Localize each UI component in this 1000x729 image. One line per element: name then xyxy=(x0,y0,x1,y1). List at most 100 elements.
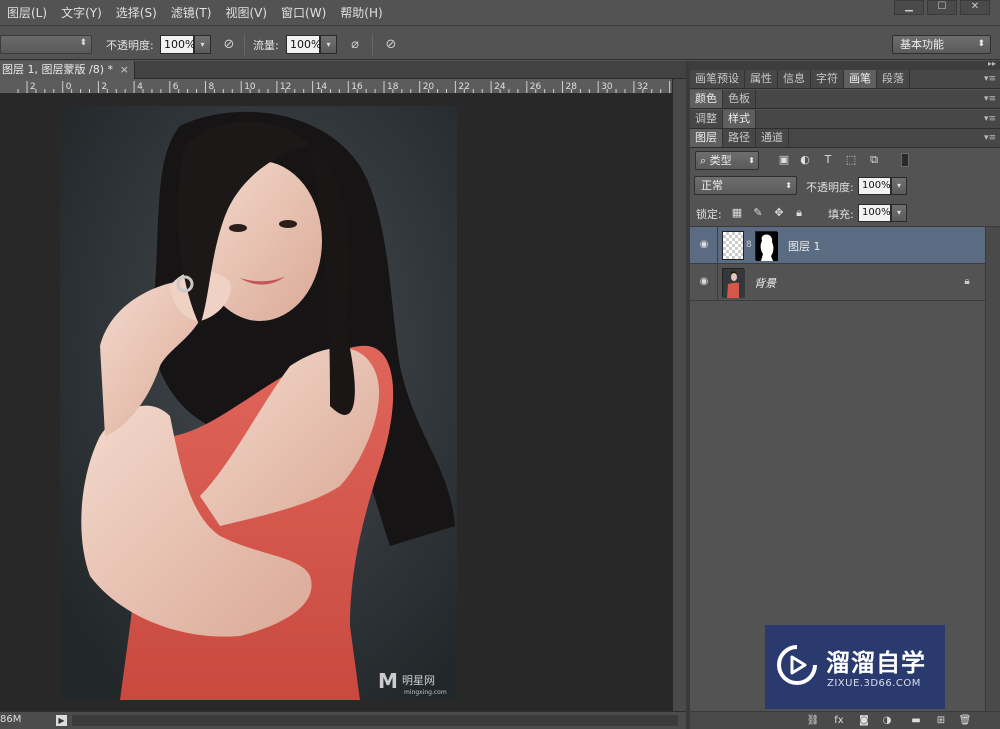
ruler-tick-label: 28 xyxy=(566,82,578,92)
mask-icon[interactable]: ◙ xyxy=(857,714,871,728)
collapse-arrows-icon: ▸▸ xyxy=(987,59,996,68)
ruler-ticks: 20246810121416182022242628303234 xyxy=(17,81,671,93)
trash-icon[interactable]: 🗑︎ xyxy=(958,714,972,728)
status-menu-arrow-icon[interactable]: ▶ xyxy=(56,715,67,726)
play-logo-icon xyxy=(777,645,817,685)
tab-paths[interactable]: 路径 xyxy=(723,129,756,147)
filter-toggle-switch[interactable] xyxy=(901,153,909,167)
canvas-horizontal-scrollbar[interactable] xyxy=(72,715,678,726)
chevron-down-icon: ⬍ xyxy=(977,39,985,49)
close-icon[interactable]: × xyxy=(120,61,129,78)
eye-icon[interactable]: ◉ xyxy=(698,276,710,288)
layer-name[interactable]: 图层 1 xyxy=(788,238,821,254)
lock-transparency-icon[interactable]: ▦ xyxy=(730,206,744,220)
portrait-photo[interactable]: M 明星网 mingxing.com xyxy=(60,106,457,700)
tab-paragraph[interactable]: 段落 xyxy=(877,70,910,88)
portrait-image: M 明星网 mingxing.com xyxy=(60,106,457,700)
tool-preset-picker[interactable]: ⬍ xyxy=(0,35,92,54)
lock-position-icon[interactable]: ✥ xyxy=(772,206,786,220)
tab-info[interactable]: 信息 xyxy=(778,70,811,88)
layer-filter-toolbar: ⌕ 类型 ⬍ ▣ ◐ T ⬚ ⧉ xyxy=(690,147,1000,176)
lock-all-icon[interactable]: 🔒︎ xyxy=(792,206,806,220)
filter-type-label: 类型 xyxy=(709,154,732,167)
minimize-button[interactable]: ▁ xyxy=(894,0,924,15)
menu-type[interactable]: 文字(Y) xyxy=(54,4,109,21)
options-bar: ⬍ 不透明度: 100% ▾ ⊘ 流量: 100% ▾ ⌀ ⊘ 基本功能 ⬍ xyxy=(0,27,1000,60)
panel-menu-icon[interactable]: ▾≡ xyxy=(984,110,996,128)
layer-mask-thumbnail[interactable] xyxy=(755,231,778,261)
layer-opacity-input[interactable]: 100% xyxy=(858,177,891,195)
menu-filter[interactable]: 滤镜(T) xyxy=(164,4,219,21)
lock-paint-icon[interactable]: ✎ xyxy=(751,206,765,220)
panel-menu-icon[interactable]: ▾≡ xyxy=(984,129,996,147)
close-button[interactable]: ✕ xyxy=(960,0,990,15)
type-filter-icon[interactable]: T xyxy=(821,153,835,167)
menu-window[interactable]: 窗口(W) xyxy=(274,4,333,21)
menu-select[interactable]: 选择(S) xyxy=(109,4,164,21)
tab-layers[interactable]: 图层 xyxy=(690,129,723,147)
tab-brush[interactable]: 画笔 xyxy=(844,70,877,88)
adjustment-icon[interactable]: ◑ xyxy=(880,714,894,728)
pixel-filter-icon[interactable]: ▣ xyxy=(777,153,791,167)
canvas-vertical-scrollbar[interactable] xyxy=(672,79,686,711)
layer-row[interactable]: ◉ 8 图层 1 xyxy=(690,227,985,264)
fx-icon[interactable]: fx xyxy=(832,714,846,728)
document-title: 图层 1, 图层蒙版 /8) * xyxy=(2,63,113,76)
tab-color[interactable]: 颜色 xyxy=(690,90,723,108)
maximize-button[interactable]: ☐ xyxy=(927,0,957,15)
link-icon[interactable]: ⛓ xyxy=(806,714,820,728)
opacity-dropdown[interactable]: ▾ xyxy=(194,35,211,54)
tab-adjustments[interactable]: 调整 xyxy=(690,110,723,128)
ruler-tick-label: 4 xyxy=(137,82,143,92)
pressure-size-icon[interactable]: ⊘ xyxy=(381,35,401,54)
opacity-label: 不透明度: xyxy=(106,39,154,52)
lock-icon: 🔒︎ xyxy=(964,276,970,287)
layer-name[interactable]: 背景 xyxy=(754,275,776,291)
menu-view[interactable]: 视图(V) xyxy=(218,4,274,21)
layer-row[interactable]: ◉ 背景 🔒︎ xyxy=(690,264,985,301)
adjustment-filter-icon[interactable]: ◐ xyxy=(798,153,812,167)
layer-thumbnail[interactable] xyxy=(722,268,745,298)
blend-mode-select[interactable]: 正常 ⬍ xyxy=(694,176,797,195)
fill-dropdown[interactable]: ▾ xyxy=(891,204,907,222)
tab-properties[interactable]: 属性 xyxy=(745,70,778,88)
menu-layer[interactable]: 图层(L) xyxy=(0,4,54,21)
airbrush-icon[interactable]: ⌀ xyxy=(345,35,365,54)
new-layer-icon[interactable]: ⊞ xyxy=(934,714,948,728)
menu-bar: 图层(L) 文字(Y) 选择(S) 滤镜(T) 视图(V) 窗口(W) 帮助(H… xyxy=(0,0,1000,26)
ruler-tick-label: 12 xyxy=(280,82,291,92)
document-size: 86M xyxy=(0,714,22,725)
flow-dropdown[interactable]: ▾ xyxy=(320,35,337,54)
tab-styles[interactable]: 样式 xyxy=(723,110,756,128)
ruler-tick-label: 32 xyxy=(637,82,648,92)
chain-link-icon[interactable]: 8 xyxy=(746,238,753,252)
panel-group-brush: 画笔预设 属性 信息 字符 画笔 段落 ▾≡ xyxy=(690,70,1000,89)
ruler-tick-label: 26 xyxy=(530,82,542,92)
tab-channels[interactable]: 通道 xyxy=(756,129,789,147)
opacity-input[interactable]: 100% xyxy=(160,35,195,54)
layer-thumbnail[interactable] xyxy=(722,231,744,260)
watermark-title: 溜溜自学 xyxy=(826,649,926,677)
panel-menu-icon[interactable]: ▾≡ xyxy=(984,70,996,88)
pressure-opacity-icon[interactable]: ⊘ xyxy=(219,35,239,54)
workspace-switcher[interactable]: 基本功能 ⬍ xyxy=(892,35,991,54)
fill-input[interactable]: 100% xyxy=(858,204,891,222)
layers-scrollbar[interactable] xyxy=(985,227,1000,711)
layer-opacity-dropdown[interactable]: ▾ xyxy=(891,177,907,195)
tab-brush-presets[interactable]: 画笔预设 xyxy=(690,70,745,88)
flow-input[interactable]: 100% xyxy=(286,35,321,54)
canvas-area[interactable]: M 明星网 mingxing.com xyxy=(0,94,672,711)
folder-icon[interactable]: ▬ xyxy=(909,714,923,728)
panel-menu-icon[interactable]: ▾≡ xyxy=(984,90,996,108)
layer-filter-select[interactable]: ⌕ 类型 ⬍ xyxy=(695,151,759,170)
shape-filter-icon[interactable]: ⬚ xyxy=(844,153,858,167)
menu-help[interactable]: 帮助(H) xyxy=(333,4,389,21)
panel-collapse-bar[interactable]: ▸▸ xyxy=(690,59,1000,70)
document-tab[interactable]: 图层 1, 图层蒙版 /8) * × xyxy=(0,61,135,79)
divider xyxy=(244,34,245,55)
eye-icon[interactable]: ◉ xyxy=(698,239,710,251)
smart-object-filter-icon[interactable]: ⧉ xyxy=(867,153,881,167)
tab-character[interactable]: 字符 xyxy=(811,70,844,88)
tab-swatches[interactable]: 色板 xyxy=(723,90,756,108)
search-icon: ⌕ xyxy=(700,154,710,167)
